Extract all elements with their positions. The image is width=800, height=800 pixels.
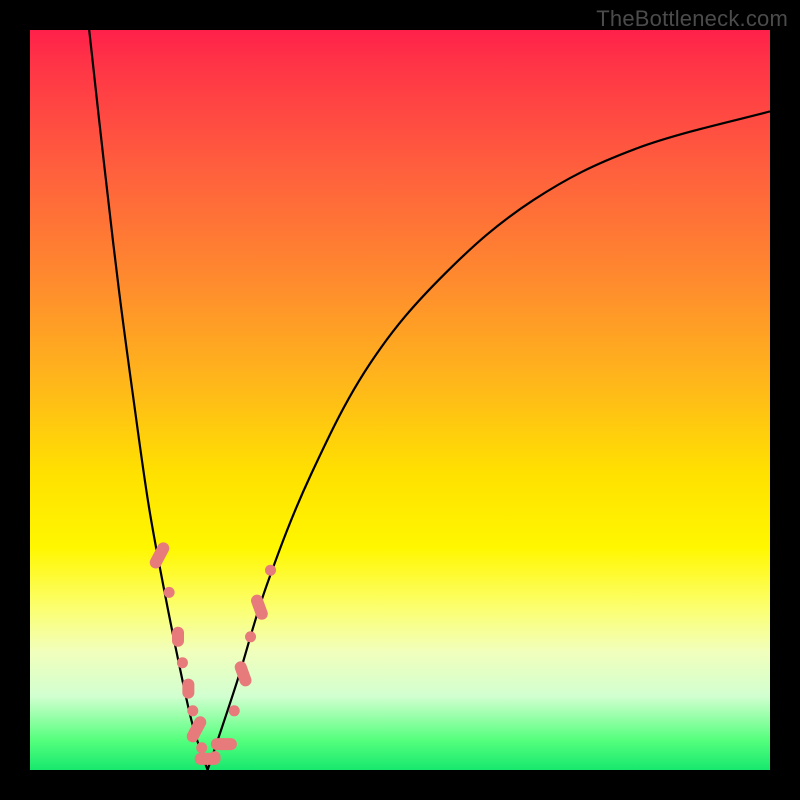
- left-curve-path: [89, 30, 207, 770]
- bead-marker: [177, 657, 188, 668]
- chart-plot-area: [30, 30, 770, 770]
- bead-marker: [245, 631, 256, 642]
- bead-marker: [148, 540, 172, 570]
- bead-marker: [182, 679, 194, 699]
- beads-group: [148, 540, 276, 765]
- chart-svg: [30, 30, 770, 770]
- bead-marker: [172, 627, 184, 647]
- bead-marker: [164, 587, 175, 598]
- bead-marker: [185, 714, 209, 744]
- bead-marker: [265, 565, 276, 576]
- bead-marker: [196, 742, 207, 753]
- bead-marker: [187, 705, 198, 716]
- bead-marker: [229, 705, 240, 716]
- bead-marker: [249, 593, 269, 622]
- right-curve-path: [208, 111, 770, 770]
- bead-marker: [211, 738, 237, 750]
- watermark-text: TheBottleneck.com: [596, 6, 788, 32]
- bead-marker: [210, 751, 221, 762]
